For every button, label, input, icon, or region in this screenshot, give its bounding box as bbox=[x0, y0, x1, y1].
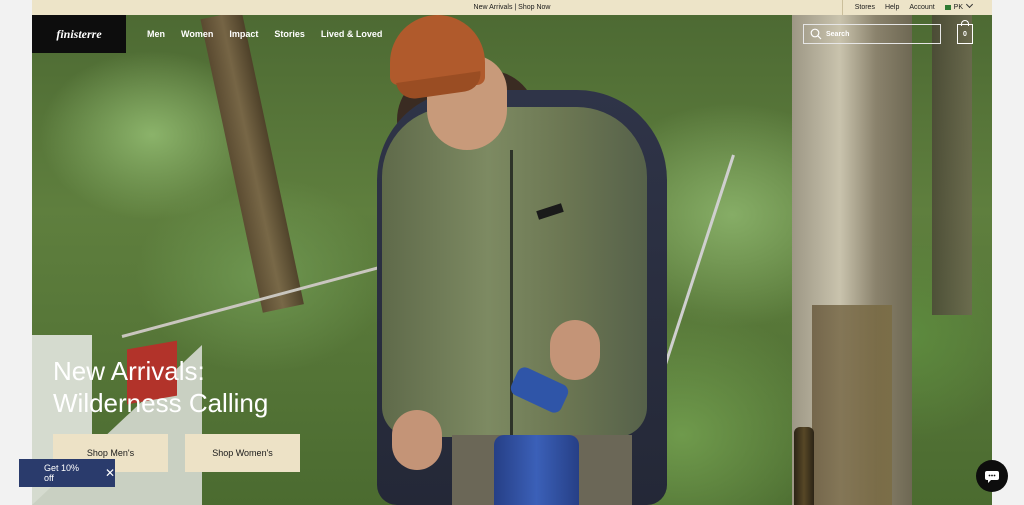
nav-item-men[interactable]: Men bbox=[147, 29, 165, 39]
chat-bubble-icon bbox=[985, 471, 999, 483]
bag-icon[interactable]: 0 bbox=[957, 20, 973, 44]
cart-count: 0 bbox=[963, 30, 967, 38]
chevron-down-icon bbox=[965, 0, 974, 9]
tree-trunk bbox=[812, 305, 892, 505]
flag-icon bbox=[944, 4, 951, 10]
main-nav: Men Women Impact Stories Lived & Loved bbox=[147, 15, 382, 53]
nav-item-impact[interactable]: Impact bbox=[229, 29, 258, 39]
utility-nav: Stores Help Account PK bbox=[841, 0, 974, 15]
nav-item-lived-loved[interactable]: Lived & Loved bbox=[321, 29, 383, 39]
tree-trunk bbox=[932, 15, 972, 315]
search-placeholder: Search bbox=[826, 30, 850, 38]
bottle bbox=[794, 427, 814, 505]
blue-kettle bbox=[494, 435, 579, 505]
shop-womens-button[interactable]: Shop Women's bbox=[185, 434, 300, 472]
page: New Arrivals | Shop Now Stores Help Acco… bbox=[32, 0, 992, 505]
search-icon bbox=[810, 28, 822, 40]
chat-icon[interactable] bbox=[976, 460, 1008, 492]
promo-banner[interactable]: Get 10% off ✕ bbox=[19, 459, 115, 487]
utility-stores-link[interactable]: Stores bbox=[855, 4, 875, 11]
nav-item-stories[interactable]: Stories bbox=[274, 29, 305, 39]
promo-label[interactable]: Get 10% off bbox=[44, 463, 91, 483]
vest-zip bbox=[510, 150, 513, 440]
region-label: PK bbox=[953, 4, 963, 11]
hero-headline-line1: New Arrivals: bbox=[53, 356, 205, 386]
close-icon[interactable]: ✕ bbox=[105, 466, 115, 480]
nav-item-women[interactable]: Women bbox=[181, 29, 213, 39]
person-hand bbox=[550, 320, 600, 380]
utility-help-link[interactable]: Help bbox=[885, 4, 899, 11]
announcement-text[interactable]: New Arrivals | Shop Now bbox=[474, 4, 551, 11]
region-selector[interactable]: PK bbox=[944, 0, 974, 11]
utility-divider bbox=[841, 0, 843, 15]
hero-headline: New Arrivals: Wilderness Calling bbox=[53, 355, 268, 419]
hero-headline-line2: Wilderness Calling bbox=[53, 388, 269, 418]
person-hand bbox=[392, 410, 442, 470]
search-input[interactable]: Search bbox=[803, 24, 941, 44]
hero-image bbox=[32, 15, 992, 505]
utility-account-link[interactable]: Account bbox=[909, 4, 934, 11]
brand-logo[interactable]: finisterre bbox=[32, 15, 126, 53]
